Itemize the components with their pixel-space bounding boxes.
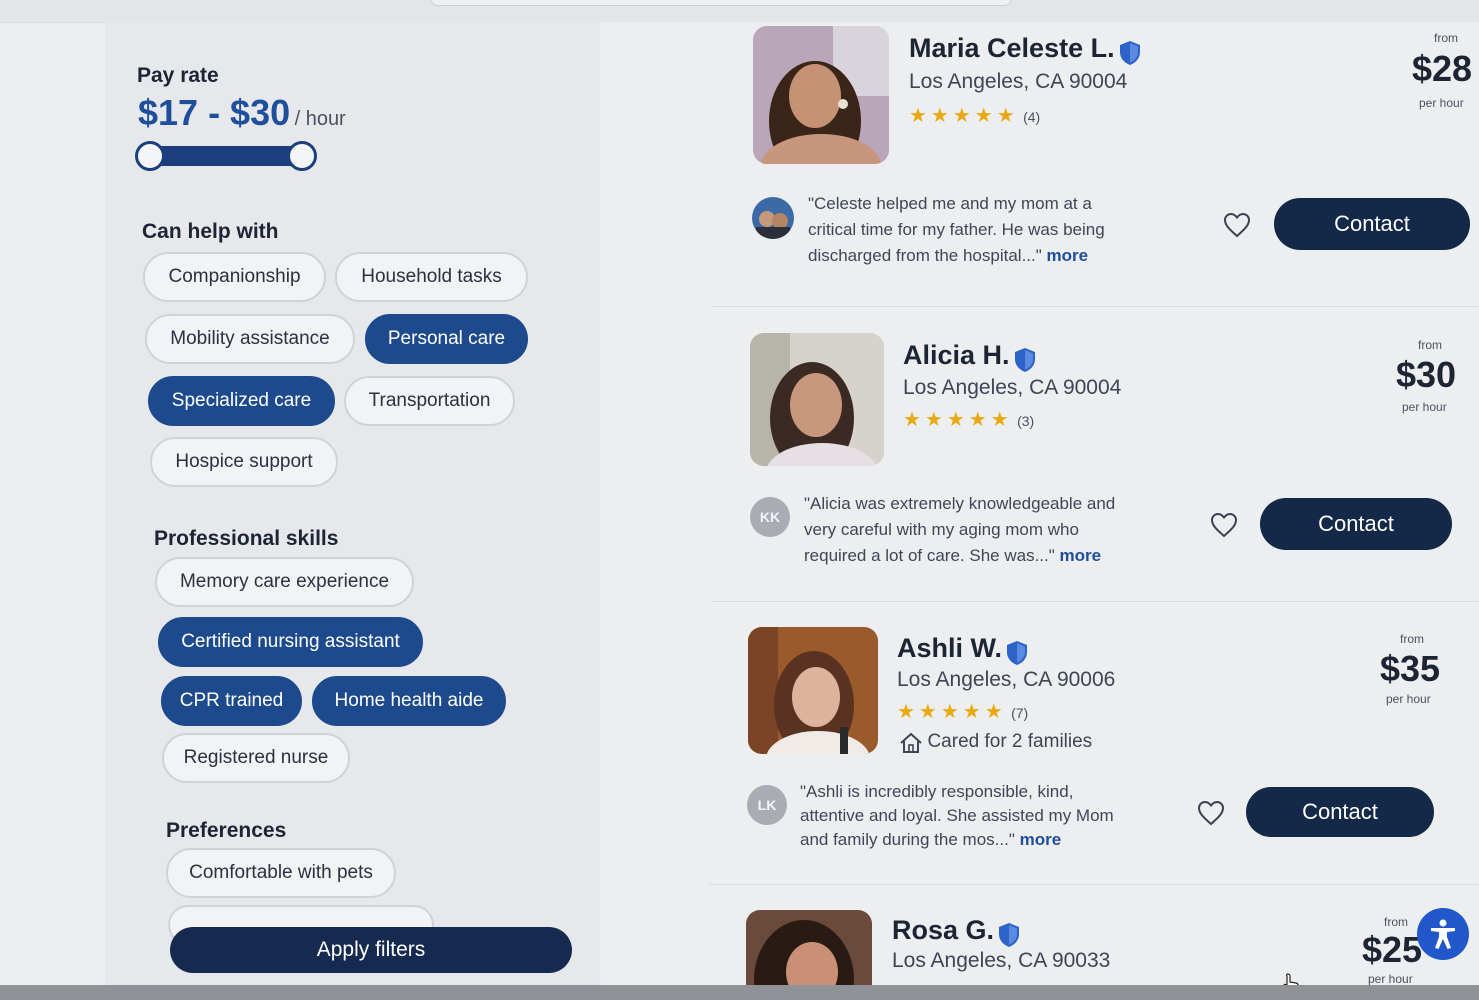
contact-button[interactable]: Contact xyxy=(1260,498,1452,550)
review-count: (3) xyxy=(1017,413,1035,429)
chip-hospice-support[interactable]: Hospice support xyxy=(150,437,338,487)
caregiver-photo[interactable] xyxy=(746,910,872,985)
pay-rate-value: $17 - $30 xyxy=(138,92,291,133)
star-rating-icons: ★★★★★ xyxy=(909,105,1019,127)
house-icon xyxy=(900,732,922,753)
caregiver-name-row: Maria Celeste L. xyxy=(909,33,1141,66)
caregiver-name-row: Ashli W. xyxy=(897,633,1028,666)
price-from-label: from xyxy=(1434,31,1458,45)
caregiver-rating: ★★★★★ (4) xyxy=(909,103,1040,128)
favorite-heart-icon[interactable] xyxy=(1210,512,1238,538)
caregiver-rating: ★★★★★ (3) xyxy=(903,407,1034,432)
reviewer-avatar xyxy=(752,197,794,239)
caregiver-location: Los Angeles, CA 90006 xyxy=(897,668,1116,691)
caregiver-photo[interactable] xyxy=(750,333,884,466)
can-help-with-title: Can help with xyxy=(142,220,279,243)
caregiver-location: Los Angeles, CA 90033 xyxy=(892,949,1111,972)
cared-for-text: Cared for 2 families xyxy=(927,731,1093,752)
browser-screen: Pay rate $17 - $30 / hour Can help with … xyxy=(0,0,1479,985)
caregiver-photo[interactable] xyxy=(748,627,878,754)
star-rating-icons: ★★★★★ xyxy=(897,701,1007,723)
apply-filters-button[interactable]: Apply filters xyxy=(170,927,572,973)
card-divider xyxy=(711,601,1479,602)
accessibility-icon xyxy=(1431,919,1455,949)
caregiver-price: $28 xyxy=(1412,48,1473,89)
chip-household-tasks[interactable]: Household tasks xyxy=(335,252,528,302)
pay-rate-display: $17 - $30 / hour xyxy=(138,92,346,134)
verified-shield-icon xyxy=(999,922,1020,947)
star-rating-icons: ★★★★★ xyxy=(903,409,1013,431)
caregiver-name[interactable]: Alicia H. xyxy=(903,340,1010,370)
price-per-label: per hour xyxy=(1386,692,1431,706)
chip-registered-nurse[interactable]: Registered nurse xyxy=(162,733,350,783)
price-per-label: per hour xyxy=(1419,96,1464,110)
card-divider xyxy=(709,884,1479,885)
favorite-heart-icon[interactable] xyxy=(1223,212,1251,238)
caregiver-name[interactable]: Rosa G. xyxy=(892,915,994,945)
caregiver-location: Los Angeles, CA 90004 xyxy=(903,376,1122,399)
chip-certified-nursing-assistant[interactable]: Certified nursing assistant xyxy=(158,617,423,667)
review-more-link[interactable]: more xyxy=(1020,830,1062,849)
caregiver-price: $30 xyxy=(1396,354,1457,395)
verified-shield-icon xyxy=(1007,640,1028,665)
pay-rate-max-handle[interactable] xyxy=(287,141,317,171)
caregiver-name[interactable]: Maria Celeste L. xyxy=(909,33,1115,63)
contact-button[interactable]: Contact xyxy=(1274,198,1470,250)
review-more-link[interactable]: more xyxy=(1047,246,1089,265)
review-count: (4) xyxy=(1023,109,1041,125)
price-from-label: from xyxy=(1400,632,1424,646)
price-per-label: per hour xyxy=(1402,400,1447,414)
price-from-label: from xyxy=(1384,915,1408,929)
accessibility-button[interactable] xyxy=(1417,908,1469,960)
browser-top-bar xyxy=(0,0,1479,23)
review-text: "Celeste helped me and my mom at a criti… xyxy=(808,191,1138,269)
pay-rate-unit: / hour xyxy=(294,108,346,130)
verified-shield-icon xyxy=(1015,347,1035,372)
chip-memory-care-experience[interactable]: Memory care experience xyxy=(155,557,414,607)
verified-shield-icon xyxy=(1120,40,1141,65)
caregiver-name-row: Rosa G. xyxy=(892,915,1020,948)
review-text: "Alicia was extremely knowledgeable and … xyxy=(804,491,1134,569)
pay-rate-slider-track[interactable] xyxy=(150,146,302,166)
favorite-heart-icon[interactable] xyxy=(1197,800,1225,826)
price-from-label: from xyxy=(1418,338,1442,352)
caregiver-price: $35 xyxy=(1380,648,1441,689)
address-bar[interactable] xyxy=(430,0,1012,6)
contact-button[interactable]: Contact xyxy=(1246,787,1434,837)
chip-cpr-trained[interactable]: CPR trained xyxy=(161,676,302,726)
caregiver-price: $25 xyxy=(1362,929,1423,970)
caregiver-photo[interactable] xyxy=(753,26,889,164)
caregiver-name-row: Alicia H. xyxy=(903,340,1036,373)
caregiver-location: Los Angeles, CA 90004 xyxy=(909,70,1128,93)
chip-home-health-aide[interactable]: Home health aide xyxy=(312,676,506,726)
chip-mobility-assistance[interactable]: Mobility assistance xyxy=(145,314,355,364)
mouse-pointer-icon xyxy=(1283,973,1299,985)
chip-comfortable-with-pets[interactable]: Comfortable with pets xyxy=(166,848,396,898)
caregiver-name[interactable]: Ashli W. xyxy=(897,633,1002,663)
review-text: "Ashli is incredibly responsible, kind, … xyxy=(800,780,1130,852)
chip-companionship[interactable]: Companionship xyxy=(143,252,326,302)
chip-personal-care[interactable]: Personal care xyxy=(365,314,528,364)
card-divider xyxy=(713,306,1479,307)
reviewer-initials-avatar: LK xyxy=(747,785,787,825)
review-more-link[interactable]: more xyxy=(1060,546,1102,565)
price-per-label: per hour xyxy=(1368,972,1413,985)
caregiver-rating: ★★★★★ (7) xyxy=(897,699,1028,724)
review-count: (7) xyxy=(1011,705,1029,721)
cared-for-row: Cared for 2 families xyxy=(899,731,1092,754)
review-quote: "Ashli is incredibly responsible, kind, … xyxy=(800,782,1114,849)
reviewer-initials-avatar: KK xyxy=(750,497,790,537)
preferences-title: Preferences xyxy=(166,819,287,842)
pay-rate-min-handle[interactable] xyxy=(135,141,165,171)
pay-rate-title: Pay rate xyxy=(137,64,219,87)
chip-transportation[interactable]: Transportation xyxy=(344,376,515,426)
monitor-bezel xyxy=(0,985,1479,1000)
professional-skills-title: Professional skills xyxy=(154,527,339,550)
chip-specialized-care[interactable]: Specialized care xyxy=(148,376,335,426)
